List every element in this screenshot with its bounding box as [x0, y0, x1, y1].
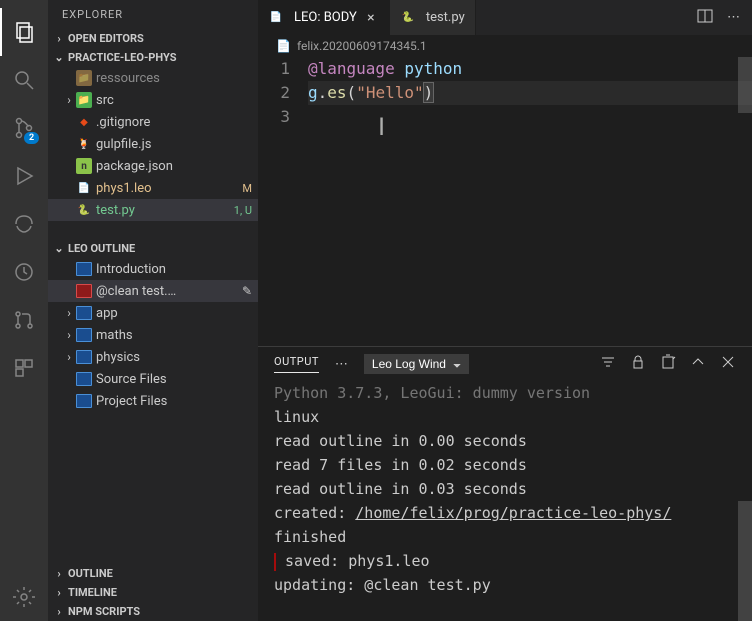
- file-item-ressources[interactable]: 📁 ressources: [48, 67, 258, 89]
- chevron-right-icon: ›: [52, 567, 66, 580]
- line-gutter: 1 2 3: [258, 57, 308, 346]
- output-body[interactable]: Python 3.7.3, LeoGui: dummy versionlinux…: [258, 381, 752, 621]
- leo-node-icon: [76, 306, 92, 320]
- chevron-right-icon: ›: [62, 93, 76, 107]
- folder-icon: 📁: [76, 92, 92, 108]
- leo-node-icon: [76, 328, 92, 342]
- more-icon[interactable]: ⋯: [335, 357, 348, 372]
- folder-icon: 📁: [76, 70, 92, 86]
- file-item-gitignore[interactable]: ◆ .gitignore: [48, 111, 258, 133]
- leo-file-icon: 📄: [276, 39, 291, 53]
- text-cursor-icon: Ⅰ: [378, 113, 385, 141]
- file-tree: 📁 ressources › 📁 src ◆ .gitignore 🍹 gulp…: [48, 67, 258, 221]
- python-icon: 🐍: [76, 202, 92, 218]
- sidebar: EXPLORER › OPEN EDITORS ⌄ PRACTICE-LEO-P…: [48, 0, 258, 621]
- search-icon[interactable]: [0, 56, 48, 104]
- main-area: 📄 LEO: BODY × 🐍 test.py ⋯ 📄 felix.202006…: [258, 0, 752, 621]
- chevron-down-icon: ⌄: [52, 51, 66, 64]
- leo-file-icon: 📄: [268, 10, 284, 26]
- scrollbar[interactable]: [738, 57, 752, 113]
- chevron-right-icon: ›: [62, 328, 76, 342]
- leo-file-icon: 📄: [76, 180, 92, 196]
- explorer-icon[interactable]: [0, 8, 48, 56]
- chevron-right-icon: ›: [52, 32, 66, 45]
- lock-icon[interactable]: [630, 354, 646, 374]
- leo-icon[interactable]: [0, 200, 48, 248]
- section-leo-outline[interactable]: ⌄ LEO OUTLINE: [48, 239, 258, 258]
- debug-icon[interactable]: [0, 152, 48, 200]
- bottom-panel: OUTPUT ⋯ Leo Log Wind Python 3.7.3, LeoG…: [258, 346, 752, 621]
- chevron-right-icon: ›: [52, 605, 66, 618]
- code-content[interactable]: @language python g.es("Hello") Ⅰ: [308, 57, 752, 346]
- output-channel-select[interactable]: Leo Log Wind: [364, 354, 469, 374]
- leo-outline-tree: Introduction @clean test.… ✎ › app › mat…: [48, 258, 258, 412]
- leo-item-physics[interactable]: › physics: [48, 346, 258, 368]
- chevron-right-icon: ›: [62, 350, 76, 364]
- more-icon[interactable]: ⋯: [727, 10, 740, 25]
- section-npm-scripts[interactable]: › NPM SCRIPTS: [48, 602, 258, 621]
- leo-node-icon: [76, 262, 92, 276]
- split-editor-icon[interactable]: [697, 8, 713, 28]
- git-status: 1, U: [234, 204, 252, 217]
- leo-item-clean-test[interactable]: @clean test.… ✎: [48, 280, 258, 302]
- leo-item-introduction[interactable]: Introduction: [48, 258, 258, 280]
- leo-node-icon: [76, 350, 92, 364]
- leo-node-icon: [76, 372, 92, 386]
- git-status: M: [242, 182, 252, 195]
- file-item-gulpfile[interactable]: 🍹 gulpfile.js: [48, 133, 258, 155]
- close-icon[interactable]: [720, 354, 736, 374]
- section-outline[interactable]: › OUTLINE: [48, 564, 258, 583]
- tab-leo-body[interactable]: 📄 LEO: BODY ×: [258, 0, 390, 35]
- git-icon: ◆: [76, 114, 92, 130]
- git-pr-icon[interactable]: [0, 296, 48, 344]
- timeline-icon[interactable]: [0, 248, 48, 296]
- npm-icon: n: [76, 158, 92, 174]
- scm-badge: 2: [24, 132, 39, 144]
- output-link[interactable]: /home/felix/prog/practice-leo-phys/: [355, 504, 671, 522]
- leo-item-source-files[interactable]: Source Files: [48, 368, 258, 390]
- leo-node-icon: [76, 394, 92, 408]
- sidebar-title: EXPLORER: [48, 0, 258, 29]
- leo-item-project-files[interactable]: Project Files: [48, 390, 258, 412]
- activity-bar: 2: [0, 0, 48, 621]
- scm-icon[interactable]: 2: [0, 104, 48, 152]
- section-project[interactable]: ⌄ PRACTICE-LEO-PHYS: [48, 48, 258, 67]
- editor-tabs: 📄 LEO: BODY × 🐍 test.py ⋯: [258, 0, 752, 35]
- chevron-right-icon: ›: [62, 306, 76, 320]
- filter-icon[interactable]: [600, 354, 616, 374]
- leo-item-app[interactable]: › app: [48, 302, 258, 324]
- section-open-editors[interactable]: › OPEN EDITORS: [48, 29, 258, 48]
- pencil-icon: ✎: [242, 284, 252, 298]
- file-item-phys1-leo[interactable]: 📄 phys1.leo M: [48, 177, 258, 199]
- leo-node-dirty-icon: [76, 284, 92, 298]
- clear-icon[interactable]: [660, 354, 676, 374]
- panel-header: OUTPUT ⋯ Leo Log Wind: [258, 347, 752, 381]
- panel-tab-output[interactable]: OUTPUT: [274, 355, 319, 373]
- chevron-up-icon[interactable]: [690, 354, 706, 374]
- python-icon: 🐍: [400, 10, 416, 26]
- extensions-icon[interactable]: [0, 344, 48, 392]
- leo-item-maths[interactable]: › maths: [48, 324, 258, 346]
- section-timeline[interactable]: › TIMELINE: [48, 583, 258, 602]
- file-item-src[interactable]: › 📁 src: [48, 89, 258, 111]
- gear-icon[interactable]: [0, 573, 48, 621]
- file-item-test-py[interactable]: 🐍 test.py 1, U: [48, 199, 258, 221]
- chevron-down-icon: ⌄: [52, 242, 66, 255]
- chevron-right-icon: ›: [52, 586, 66, 599]
- code-editor[interactable]: 1 2 3 @language python g.es("Hello") Ⅰ: [258, 57, 752, 346]
- tab-test-py[interactable]: 🐍 test.py: [390, 0, 476, 35]
- breadcrumb[interactable]: 📄 felix.20200609174345.1: [258, 35, 752, 57]
- close-icon[interactable]: ×: [363, 10, 379, 26]
- gulp-icon: 🍹: [76, 136, 92, 152]
- file-item-package-json[interactable]: n package.json: [48, 155, 258, 177]
- scrollbar[interactable]: [738, 501, 752, 621]
